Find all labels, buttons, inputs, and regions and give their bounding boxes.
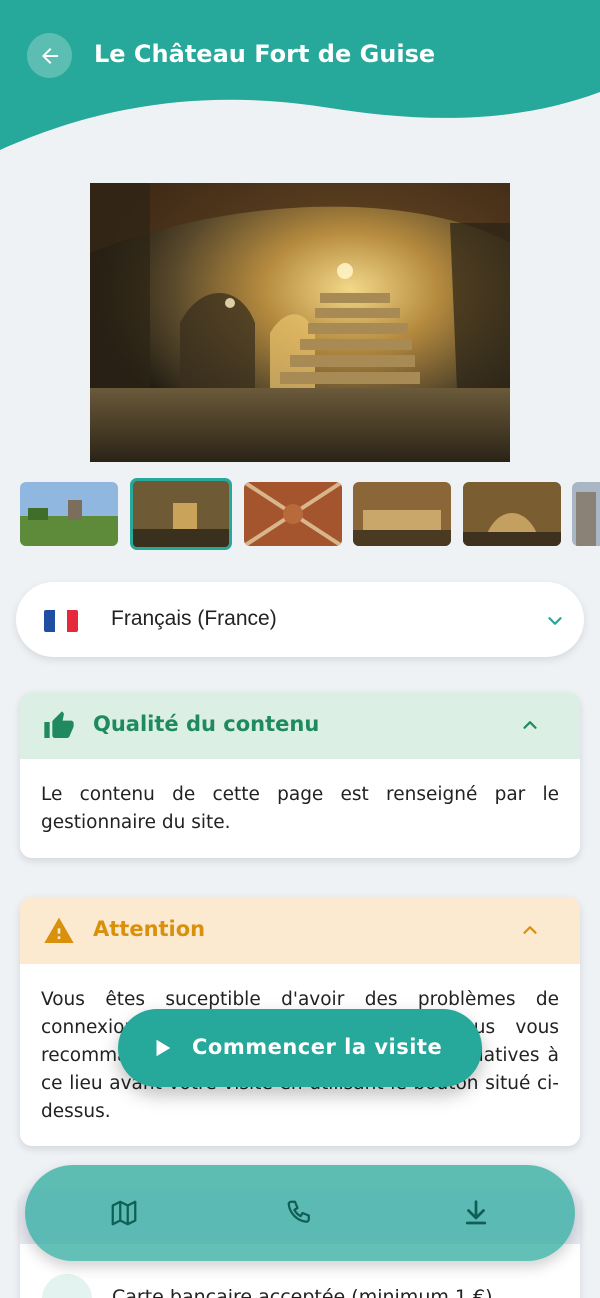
thumbnail[interactable] <box>463 482 561 546</box>
warning-icon <box>44 917 74 943</box>
download-button[interactable] <box>461 1198 491 1228</box>
chevron-up-icon <box>523 926 537 934</box>
thumbnail[interactable] <box>244 482 342 546</box>
thumbnail[interactable] <box>572 482 600 546</box>
header-wave <box>0 0 600 150</box>
back-button[interactable] <box>27 33 72 78</box>
language-label: Français (France) <box>111 607 277 630</box>
thumbnail-strip <box>0 478 600 552</box>
phone-button[interactable] <box>285 1198 315 1228</box>
play-icon <box>156 1039 171 1057</box>
app-header: Le Château Fort de Guise <box>0 0 600 160</box>
thumbnail[interactable] <box>353 482 451 546</box>
start-visit-label: Commencer la visite <box>192 1035 443 1059</box>
payment-label: Carte bancaire acceptée (minimum 1 €) <box>112 1286 493 1298</box>
content-quality-title: Qualité du contenu <box>93 712 320 736</box>
warning-header[interactable]: Attention <box>20 897 580 964</box>
start-visit-button[interactable]: Commencer la visite <box>118 1009 482 1087</box>
chevron-down-icon <box>548 617 562 625</box>
arrow-left-icon <box>41 47 58 64</box>
phone-icon <box>287 1200 310 1223</box>
bottom-action-bar <box>25 1165 575 1261</box>
content-quality-text: Le contenu de cette page est renseigné p… <box>41 784 559 833</box>
main-photo[interactable] <box>90 183 510 462</box>
thumbs-up-icon <box>44 711 74 738</box>
page-title: Le Château Fort de Guise <box>94 40 436 68</box>
thumbnail-selected[interactable] <box>130 478 232 550</box>
warning-title: Attention <box>93 917 206 941</box>
language-select[interactable]: Français (France) <box>16 582 584 657</box>
content-quality-card: Qualité du contenu Le contenu de cette p… <box>20 692 580 858</box>
chevron-up-icon <box>523 721 537 729</box>
content-quality-header[interactable]: Qualité du contenu <box>20 692 580 759</box>
castle-tunnel-image <box>90 183 510 462</box>
map-button[interactable] <box>109 1198 139 1228</box>
download-icon <box>465 1200 487 1225</box>
flag-france-icon <box>44 610 78 632</box>
thumbnail[interactable] <box>20 482 118 546</box>
map-icon <box>111 1200 137 1226</box>
